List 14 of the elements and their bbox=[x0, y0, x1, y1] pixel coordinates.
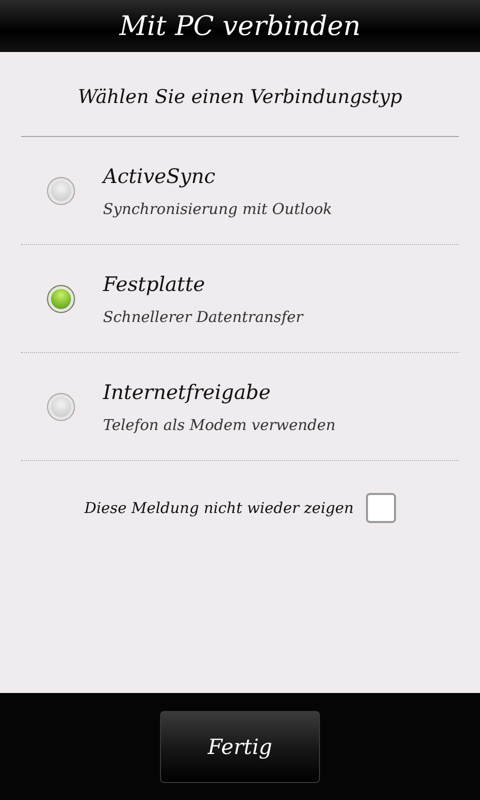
option-label[interactable]: Internetfreigabe bbox=[103, 380, 336, 404]
radio-button[interactable] bbox=[47, 176, 75, 204]
option-label[interactable]: Festplatte bbox=[103, 272, 303, 296]
option-description: Telefon als Modem verwenden bbox=[103, 416, 336, 434]
window-title: Mit PC verbinden bbox=[119, 10, 361, 42]
prompt-text: Wählen Sie einen Verbindungstyp bbox=[21, 52, 459, 137]
option-description: Schnellerer Datentransfer bbox=[103, 308, 303, 326]
option-label[interactable]: ActiveSync bbox=[103, 164, 332, 188]
checkbox[interactable] bbox=[366, 493, 396, 523]
done-button[interactable]: Fertig bbox=[160, 710, 320, 782]
radio-button[interactable] bbox=[47, 392, 75, 420]
checkbox-label: Diese Meldung nicht wieder zeigen bbox=[84, 499, 354, 517]
radio-button[interactable] bbox=[47, 284, 75, 312]
option-description: Synchronisierung mit Outlook bbox=[103, 200, 332, 218]
